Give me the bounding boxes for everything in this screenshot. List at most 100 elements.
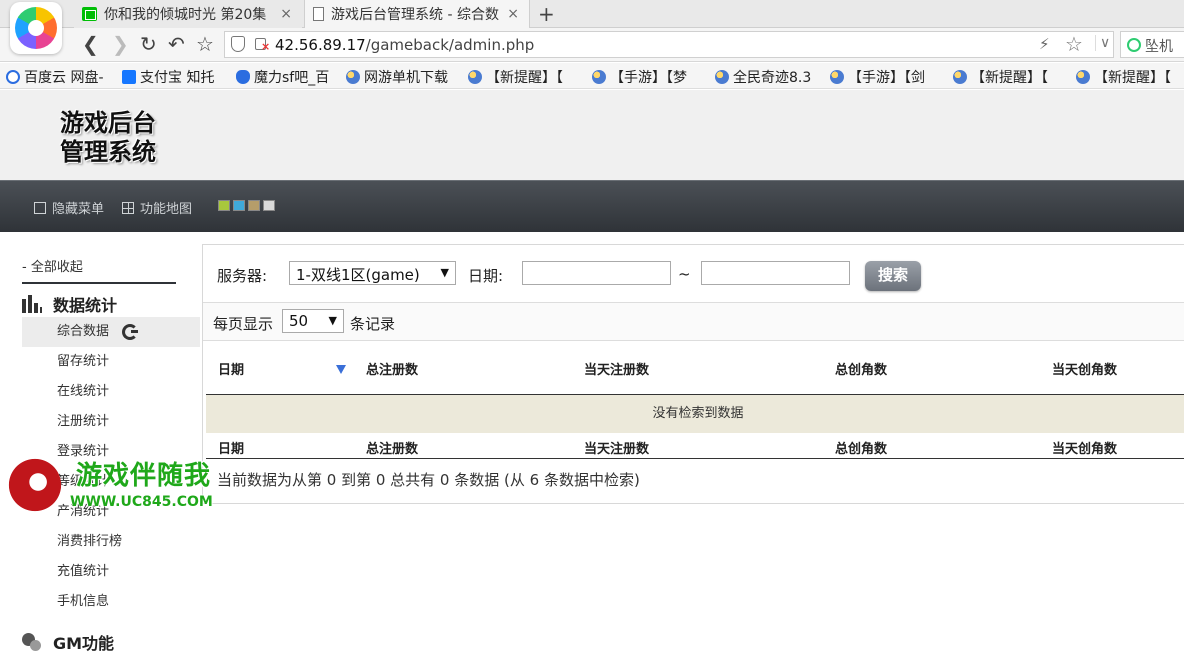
bookmark-item[interactable]: 【新提醒】【 (1076, 67, 1171, 87)
records-label: 条记录 (350, 315, 396, 333)
sidebar: - 全部收起 数据统计 综合数据 留存统计 在线统计 注册统计 登录统计 等级统… (0, 232, 200, 661)
current-arrow-icon (122, 324, 138, 340)
url-host: 42.56.89.17 (275, 36, 366, 54)
alipay-icon (122, 70, 136, 84)
panel-icon (34, 201, 46, 214)
footer-column-total-registrations: 总注册数 (366, 442, 419, 457)
column-date[interactable]: 日期 (218, 359, 244, 378)
close-icon[interactable]: × (507, 6, 519, 22)
paw-icon (236, 70, 250, 84)
forward-icon[interactable]: ❯ (112, 33, 129, 55)
undo-icon[interactable]: ↶ (168, 33, 185, 55)
back-icon[interactable]: ❮ (82, 33, 99, 55)
collapse-all-link[interactable]: - 全部收起 (22, 256, 83, 275)
bookmark-item[interactable]: 全民奇迹8.3 (715, 67, 811, 87)
browser-search-input[interactable]: 坠机 (1120, 31, 1184, 58)
bookmark-star-icon[interactable]: ☆ (1065, 32, 1083, 56)
sidebar-item-overview[interactable]: 综合数据 (22, 317, 200, 347)
bookmark-item[interactable]: 网游单机下载 (346, 67, 448, 87)
browser-tab-label: 你和我的倾城时光 第20集 (104, 7, 267, 23)
ball-icon (830, 70, 844, 84)
footer-column-daily-characters: 当天创角数 (1052, 442, 1118, 457)
watermark-title: 游戏伴随我 (76, 461, 212, 491)
page-size-select[interactable]: 50 (282, 309, 344, 333)
column-total-registrations[interactable]: 总注册数 (366, 359, 418, 378)
sidebar-item-online[interactable]: 在线统计 (22, 377, 200, 407)
theme-swatch-green[interactable] (218, 200, 230, 211)
function-map-button[interactable]: 功能地图 (122, 198, 192, 217)
sidebar-item-register[interactable]: 注册统计 (22, 407, 200, 437)
shield-icon[interactable] (231, 36, 245, 52)
browser-tab-label: 游戏后台管理系统 - 综合数 (331, 7, 499, 23)
ball-icon (1076, 70, 1090, 84)
page-size-label: 每页显示 (213, 315, 274, 333)
watermark-url: WWW.UC845.COM (70, 494, 213, 510)
bookmark-item[interactable]: 魔力sf吧_百 (236, 67, 329, 87)
bookmark-item[interactable]: 百度云 网盘- (6, 67, 104, 87)
sidebar-item-retention[interactable]: 留存统计 (22, 347, 200, 377)
browser-tab-admin[interactable]: 游戏后台管理系统 - 综合数 × (304, 0, 530, 28)
home-icon[interactable]: ☆ (196, 33, 214, 55)
insecure-lock-icon[interactable] (255, 38, 270, 53)
ball-icon (953, 70, 967, 84)
bookmark-item[interactable]: 支付宝 知托 (122, 67, 214, 87)
theme-swatch-brown[interactable] (248, 200, 260, 211)
bookmark-label: 【新提醒】【 (1094, 70, 1171, 86)
lightning-icon[interactable]: ⚡ (1039, 35, 1050, 53)
table-footer: 日期 总注册数 当天注册数 总创角数 当天创角数 (206, 433, 1184, 459)
bookmark-label: 【新提醒】【 (971, 70, 1048, 86)
address-bar[interactable]: 42.56.89.17/gameback/admin.php ⚡ ☆ ∨ (224, 31, 1114, 58)
theme-swatch-gray[interactable] (263, 200, 275, 211)
server-label: 服务器: (217, 267, 268, 285)
browser-tab-video[interactable]: 你和我的倾城时光 第20集 × (74, 0, 302, 28)
theme-swatch-blue[interactable] (233, 200, 245, 211)
browser-tab-bar: 你和我的倾城时光 第20集 × 游戏后台管理系统 - 综合数 × + (0, 0, 1184, 28)
column-daily-registrations[interactable]: 当天注册数 (584, 359, 649, 378)
browser-toolbar: ❮ ❯ ↻ ↶ ☆ 42.56.89.17/gameback/admin.php… (0, 28, 1184, 62)
site-logo-line1: 游戏后台 (60, 108, 156, 137)
site-logo[interactable]: 游戏后台 管理系统 (60, 108, 156, 166)
table-info: 当前数据为从第 0 到第 0 总共有 0 条数据 (从 6 条数据中检索) (217, 471, 640, 489)
filter-bar: 服务器: 1-双线1区(game) 日期: ~ 搜索 (203, 245, 1184, 303)
chevron-down-icon[interactable]: ∨ (1095, 35, 1110, 51)
bookmark-item[interactable]: 【手游】【梦 (592, 67, 687, 87)
bookmark-label: 魔力sf吧_百 (254, 70, 330, 86)
sidebar-section-label: GM功能 (53, 634, 115, 653)
sidebar-section-gm[interactable]: GM功能 (22, 630, 114, 654)
url-text[interactable]: 42.56.89.17/gameback/admin.php (275, 36, 534, 54)
sidebar-section-stats[interactable]: 数据统计 (22, 292, 117, 316)
sidebar-item-spending-rank[interactable]: 消费排行榜 (22, 527, 200, 557)
bookmark-label: 全民奇迹8.3 (733, 70, 812, 86)
column-total-characters[interactable]: 总创角数 (835, 359, 887, 378)
bookmark-item[interactable]: 【手游】【剑 (830, 67, 925, 87)
bookmark-label: 【手游】【剑 (848, 70, 925, 86)
reload-icon[interactable]: ↻ (140, 33, 157, 55)
server-select[interactable]: 1-双线1区(game) (289, 261, 456, 285)
main-panel: 服务器: 1-双线1区(game) 日期: ~ 搜索 每页显示 50 条记录 日… (202, 244, 1184, 504)
sidebar-item-recharge[interactable]: 充值统计 (22, 557, 200, 587)
sidebar-item-label: 消费排行榜 (57, 534, 123, 549)
hide-menu-button[interactable]: 隐藏菜单 (34, 198, 104, 217)
bookmark-label: 支付宝 知托 (140, 70, 215, 86)
column-daily-characters[interactable]: 当天创角数 (1052, 359, 1117, 378)
date-label: 日期: (468, 267, 504, 285)
date-from-input[interactable] (522, 261, 671, 285)
search-button[interactable]: 搜索 (865, 261, 921, 291)
bookmark-item[interactable]: 【新提醒】【 (468, 67, 563, 87)
table-header: 日期 总注册数 当天注册数 总创角数 当天创角数 (206, 341, 1184, 395)
page-header: 游戏后台 管理系统 (0, 90, 1184, 180)
browser-logo-icon (15, 7, 57, 49)
sort-desc-icon[interactable] (336, 365, 346, 374)
close-icon[interactable]: × (280, 6, 292, 22)
ball-icon (346, 70, 360, 84)
bookmark-item[interactable]: 【新提醒】【 (953, 67, 1048, 87)
new-tab-button[interactable]: + (538, 2, 555, 26)
browser-logo[interactable] (10, 2, 62, 54)
table-empty-row: 没有检索到数据 (206, 395, 1184, 433)
footer-column-daily-registrations: 当天注册数 (584, 442, 650, 457)
sidebar-item-label: 留存统计 (57, 354, 110, 369)
sidebar-item-phone-info[interactable]: 手机信息 (22, 587, 200, 617)
sidebar-item-label: 综合数据 (57, 324, 110, 339)
date-to-input[interactable] (701, 261, 850, 285)
hide-menu-label: 隐藏菜单 (52, 202, 105, 217)
